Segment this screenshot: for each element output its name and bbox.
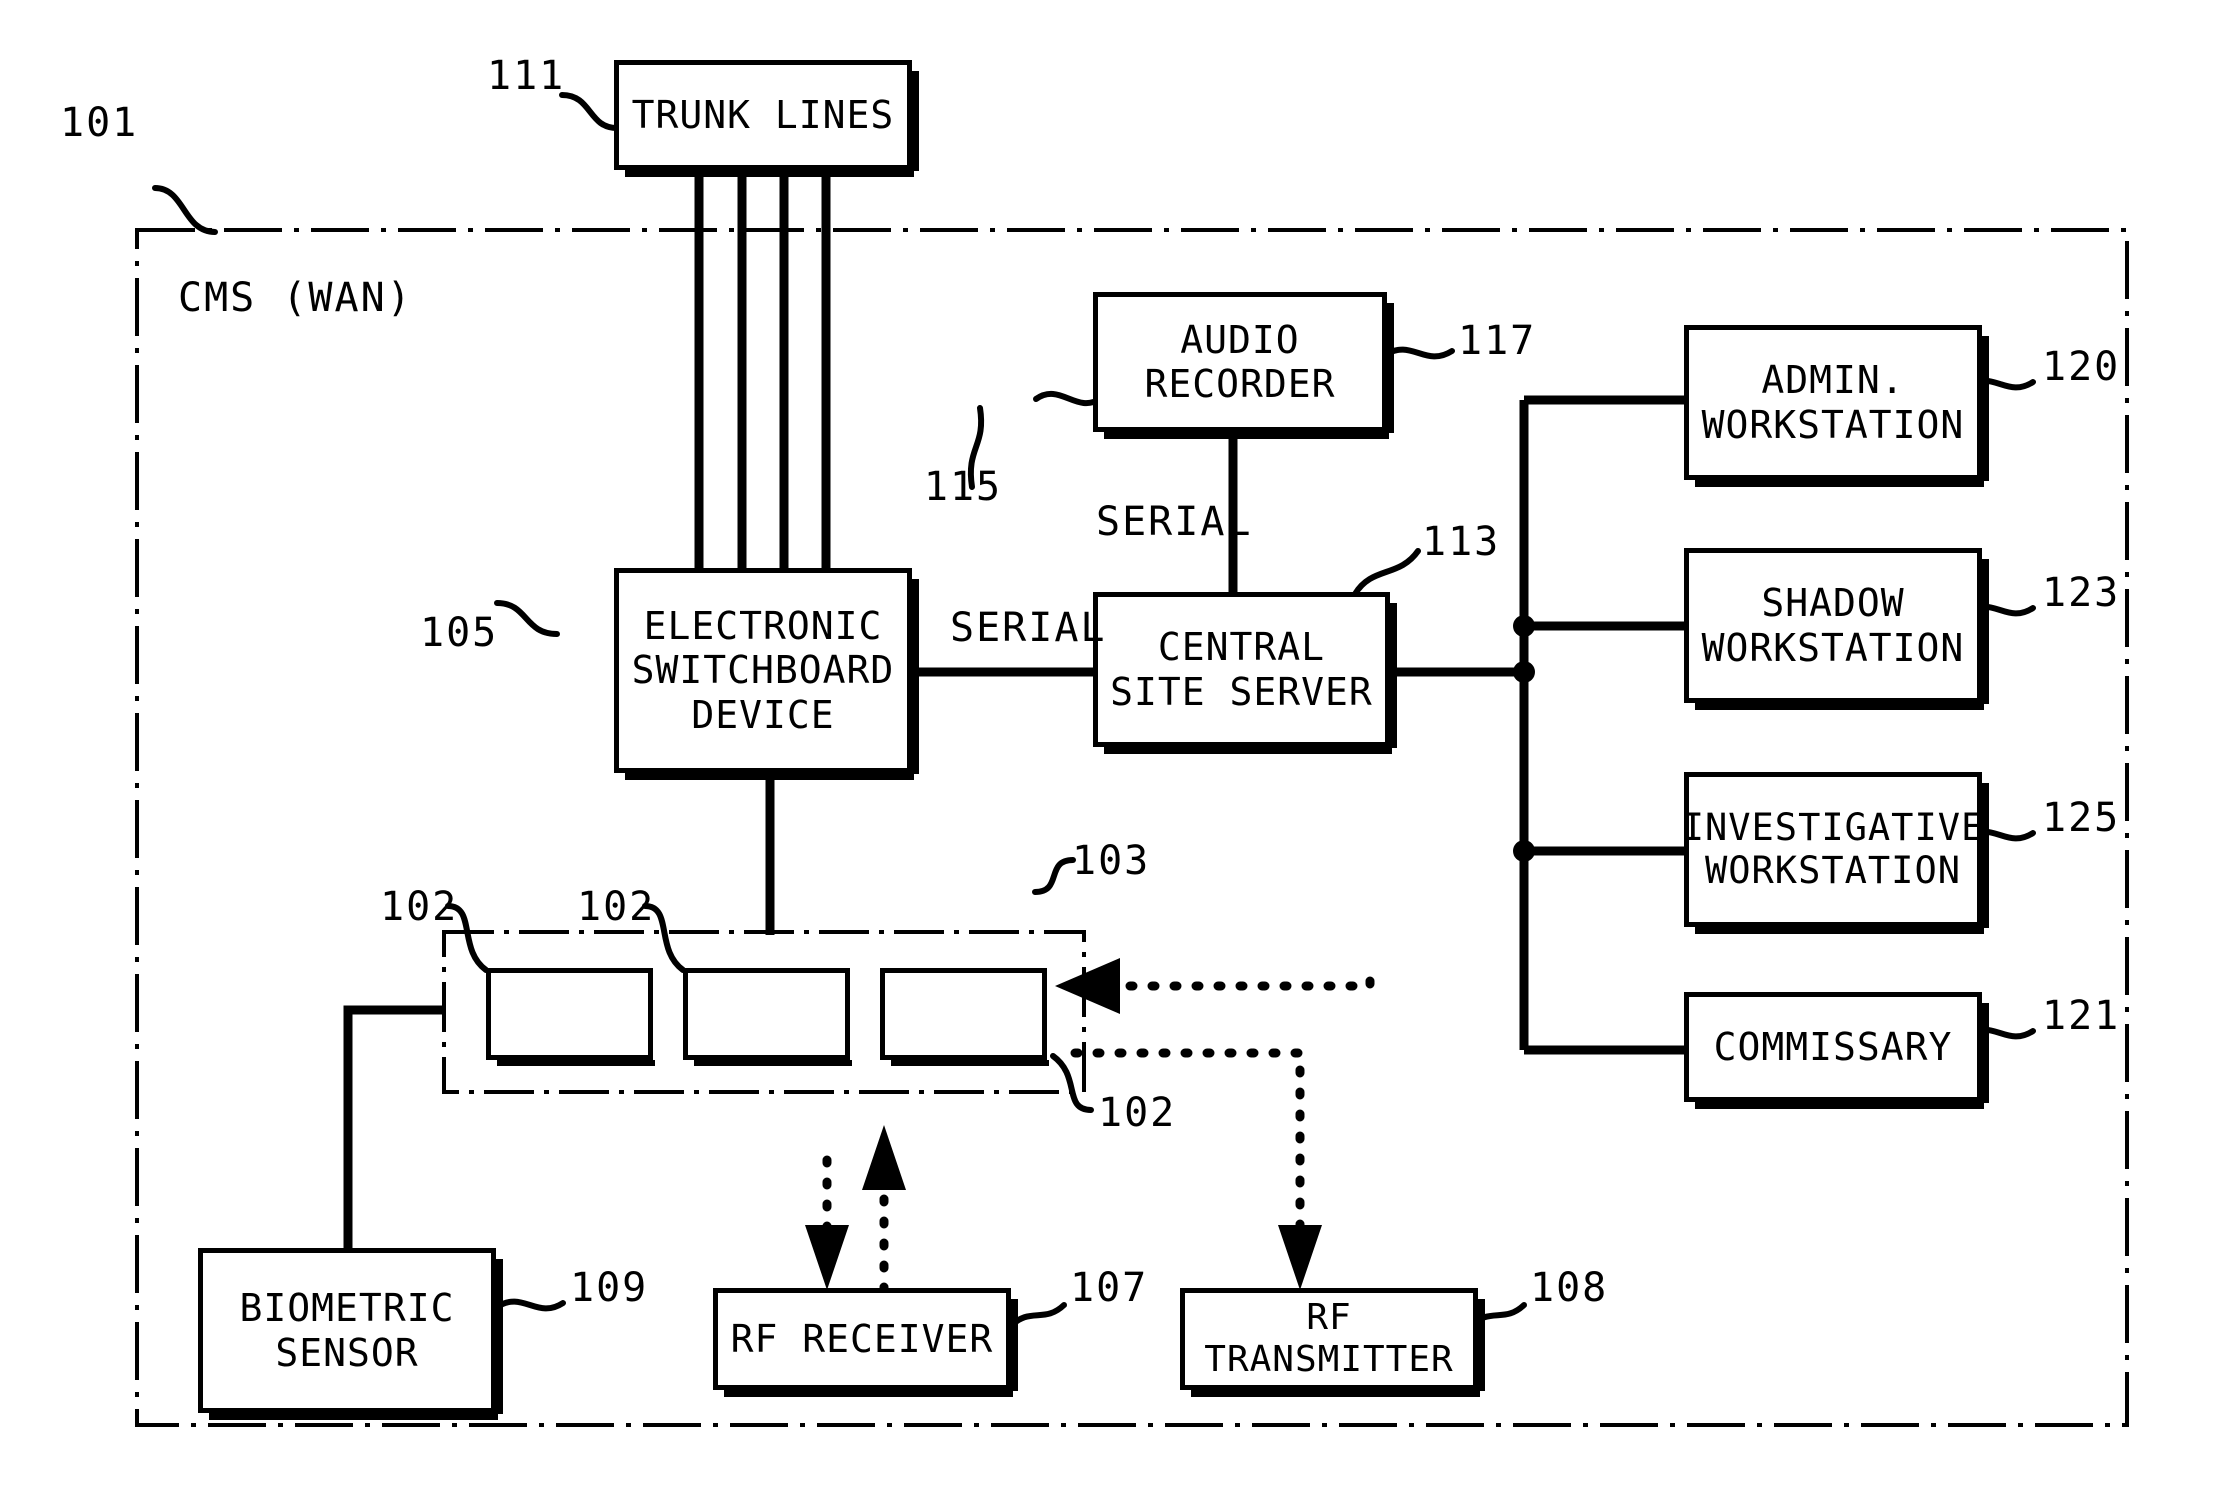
node-rf-transmitter[interactable]: RF TRANSMITTER [1180, 1288, 1485, 1397]
node-trunk-lines-label: TRUNK LINES [631, 92, 895, 137]
ref-113: 113 [1422, 519, 1501, 565]
ref-102-a: 102 [380, 884, 459, 930]
serial-label-upper: SERIAL [1096, 499, 1253, 545]
node-shadow-workstation-label: SHADOW WORKSTATION [1701, 581, 1965, 670]
ref-102-b: 102 [577, 884, 656, 930]
node-central-site-server[interactable]: CENTRAL SITE SERVER [1093, 592, 1397, 754]
cms-wan-label: CMS (WAN) [178, 275, 413, 321]
ref-107: 107 [1070, 1265, 1149, 1311]
terminal-102-3[interactable] [880, 968, 1049, 1066]
node-investigative-workstation-label: INVESTIGATIVE WORKSTATION [1681, 805, 1985, 892]
node-rf-transmitter-label: RF TRANSMITTER [1204, 1297, 1454, 1380]
ref-108: 108 [1530, 1265, 1609, 1311]
node-shadow-workstation[interactable]: SHADOW WORKSTATION [1684, 548, 1989, 710]
node-central-site-server-label: CENTRAL SITE SERVER [1110, 625, 1373, 714]
node-electronic-switchboard-device-label: ELECTRONIC SWITCHBOARD DEVICE [631, 604, 895, 737]
ref-117: 117 [1458, 318, 1537, 364]
node-biometric-sensor-label: BIOMETRIC SENSOR [239, 1286, 455, 1375]
ref-123: 123 [2042, 570, 2121, 616]
ref-120: 120 [2042, 344, 2121, 390]
patent-figure: TRUNK LINES ELECTRONIC SWITCHBOARD DEVIC… [0, 0, 2213, 1500]
node-admin-workstation[interactable]: ADMIN. WORKSTATION [1684, 325, 1989, 487]
node-commissary[interactable]: COMMISSARY [1684, 992, 1989, 1109]
ref-105: 105 [420, 610, 499, 656]
ref-102-c: 102 [1098, 1090, 1177, 1136]
node-rf-receiver-label: RF RECEIVER [730, 1316, 994, 1361]
ref-121: 121 [2042, 993, 2121, 1039]
terminal-102-2[interactable] [683, 968, 852, 1066]
node-electronic-switchboard-device[interactable]: ELECTRONIC SWITCHBOARD DEVICE [614, 568, 919, 780]
node-rf-receiver[interactable]: RF RECEIVER [713, 1288, 1018, 1397]
ref-125: 125 [2042, 795, 2121, 841]
node-audio-recorder-label: AUDIO RECORDER [1144, 317, 1336, 406]
terminal-102-1[interactable] [486, 968, 655, 1066]
ref-109: 109 [570, 1265, 649, 1311]
node-admin-workstation-label: ADMIN. WORKSTATION [1701, 358, 1965, 447]
serial-label-lower: SERIAL [950, 605, 1107, 651]
node-investigative-workstation[interactable]: INVESTIGATIVE WORKSTATION [1681, 772, 1989, 934]
ref-103: 103 [1072, 838, 1151, 884]
node-audio-recorder[interactable]: AUDIO RECORDER [1093, 292, 1394, 439]
node-commissary-label: COMMISSARY [1713, 1024, 1953, 1069]
node-trunk-lines[interactable]: TRUNK LINES [614, 60, 919, 177]
node-biometric-sensor[interactable]: BIOMETRIC SENSOR [198, 1248, 503, 1420]
ref-115: 115 [923, 464, 1003, 510]
ref-111: 111 [487, 53, 566, 99]
ref-101: 101 [60, 100, 139, 146]
